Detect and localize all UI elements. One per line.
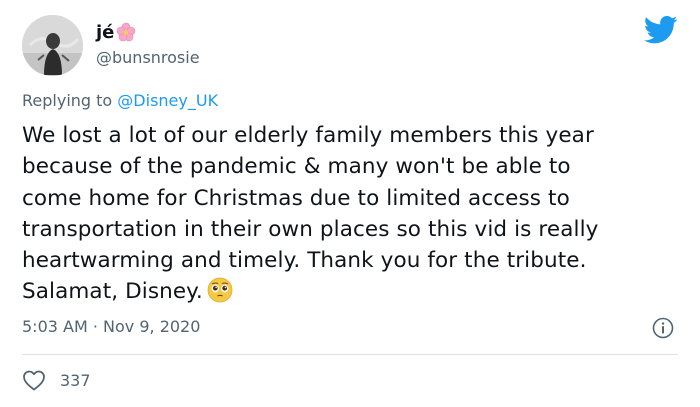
avatar-image (22, 15, 83, 76)
author-name[interactable]: jé (96, 22, 114, 43)
author-handle[interactable]: @bunsnrosie (96, 48, 200, 67)
replying-to-label: Replying to (22, 91, 113, 110)
replying-to-line: Replying to @Disney_UK (22, 91, 218, 110)
tweet-body-line: Salamat, Disney. (22, 279, 203, 305)
tweet-body-last-line: Salamat, Disney. (22, 276, 682, 307)
author-name-row[interactable]: jé (96, 20, 136, 44)
like-count: 337 (60, 370, 91, 390)
twitter-bird-icon[interactable] (644, 15, 678, 45)
tweet-body-line: We lost a lot of our elderly family memb… (22, 123, 594, 148)
reply-mention-link[interactable]: @Disney_UK (117, 91, 218, 110)
tweet-body-line: because of the pandemic & many won't be … (22, 154, 571, 180)
divider (22, 354, 678, 355)
pleading-face-emoji-icon (207, 278, 233, 303)
tweet-body-line: transportation in their own places so th… (22, 216, 599, 242)
cherry-blossom-icon (117, 22, 136, 42)
tweet-body-line: heartwarming and timely. Thank you for t… (22, 248, 587, 274)
avatar[interactable] (22, 15, 83, 76)
tweet-timestamp[interactable]: 5:03 AM · Nov 9, 2020 (22, 317, 200, 336)
like-action[interactable]: 337 (22, 369, 91, 391)
heart-icon[interactable] (22, 369, 46, 391)
tweet-body: We lost a lot of our elderly family memb… (22, 120, 682, 308)
tweet-card: jé @bunsnrosie Replying to @Disney_UK We… (0, 0, 700, 407)
info-icon[interactable] (652, 317, 674, 339)
tweet-body-line: come home for Christmas due to limited a… (22, 185, 570, 211)
